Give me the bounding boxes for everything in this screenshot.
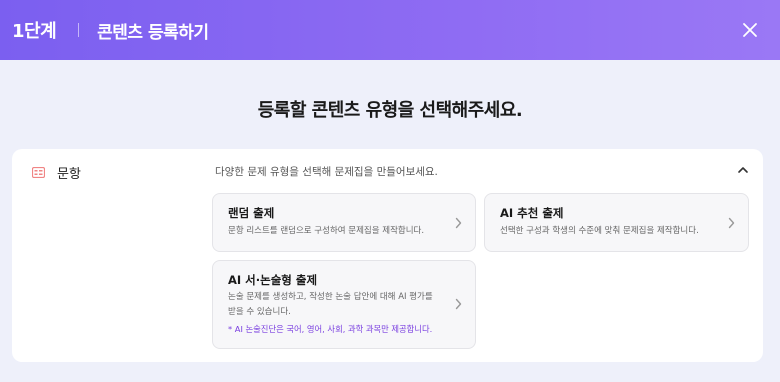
card-description: 문항 리스트를 랜덤으로 구성하여 문제집을 제작합니다. xyxy=(228,226,425,236)
step-indicator: 1단계 xyxy=(12,21,57,42)
page-title: 등록할 콘텐츠 유형을 선택해주세요. xyxy=(257,100,523,121)
card-description-line-1: 논술 문제를 생성하고, 작성한 논술 답안에 대해 AI 평가를 xyxy=(228,292,433,302)
header-divider xyxy=(78,23,80,37)
chevron-right-icon xyxy=(728,217,735,229)
modal-header: 1단계 콘텐츠 등록하기 xyxy=(0,0,780,60)
chevron-up-icon[interactable] xyxy=(737,166,749,174)
chevron-right-icon xyxy=(455,217,462,229)
panel-description: 다양한 문제 유형을 선택해 문제집을 만들어보세요. xyxy=(215,166,438,178)
card-title: 랜덤 출제 xyxy=(228,206,275,220)
card-title: AI 추천 출제 xyxy=(500,206,564,220)
category-list-icon xyxy=(32,167,45,178)
category-label: 문항 xyxy=(57,167,81,182)
modal-title: 콘텐츠 등록하기 xyxy=(97,22,209,43)
category-header: 문항 xyxy=(32,163,81,182)
ai-recommend-card[interactable]: AI 추천 출제 선택한 구성과 학생의 수준에 맞춰 문제집을 제작합니다. xyxy=(484,193,749,252)
ai-essay-card[interactable]: AI 서·논술형 출제 논술 문제를 생성하고, 작성한 논술 답안에 대해 A… xyxy=(212,260,476,349)
card-title: AI 서·논술형 출제 xyxy=(228,273,318,287)
close-icon[interactable] xyxy=(740,20,760,40)
content-type-panel: 문항 다양한 문제 유형을 선택해 문제집을 만들어보세요. 랜덤 출제 문항 … xyxy=(12,149,763,362)
card-description: 선택한 구성과 학생의 수준에 맞춰 문제집을 제작합니다. xyxy=(500,226,699,236)
card-description-line-2: 받을 수 있습니다. xyxy=(228,307,291,317)
chevron-right-icon xyxy=(455,298,462,310)
random-question-card[interactable]: 랜덤 출제 문항 리스트를 랜덤으로 구성하여 문제집을 제작합니다. xyxy=(212,193,476,252)
card-note: * AI 논술진단은 국어, 영어, 사회, 과학 과목만 제공합니다. xyxy=(228,324,433,334)
